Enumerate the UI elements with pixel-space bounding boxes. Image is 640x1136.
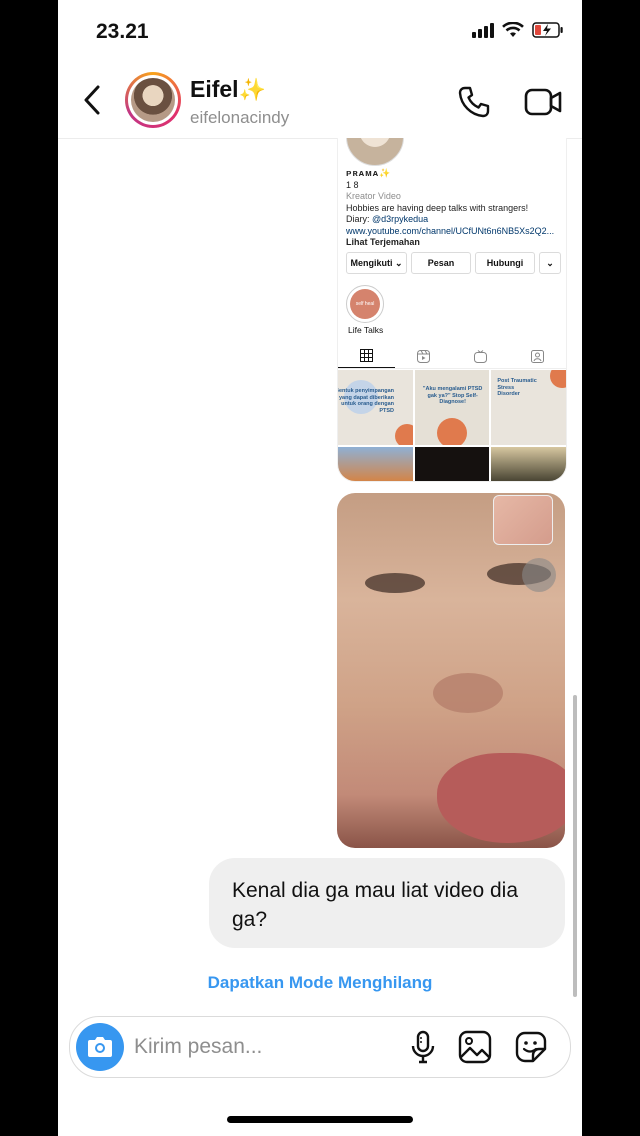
tagged-icon <box>531 349 544 363</box>
diary-handle-link[interactable]: @d3rpykedua <box>372 214 428 224</box>
avatar-photo <box>131 78 175 122</box>
camera-icon <box>88 1037 112 1057</box>
tab-grid[interactable] <box>338 344 395 368</box>
message-text: Kenal dia ga mau liat video dia ga? <box>232 879 519 931</box>
contact-button[interactable]: Hubungi <box>475 252 535 274</box>
brand-sparkle: ✨ <box>379 168 391 178</box>
shared-profile-card[interactable]: ᴘʀᴀᴍᴀ✨ 1 8 Kreator Video Hobbies are hav… <box>337 138 567 482</box>
gallery-icon[interactable] <box>457 1029 493 1065</box>
phone-icon[interactable] <box>456 84 492 120</box>
microphone-icon[interactable] <box>405 1029 441 1065</box>
contact-name[interactable]: Eifel✨ <box>190 76 266 103</box>
contact-name-text: Eifel <box>190 76 239 102</box>
post-thumbnail[interactable] <box>491 447 566 481</box>
profile-link[interactable]: www.youtube.com/channel/UCfUNt6n6NB5Xs2Q… <box>346 226 562 238</box>
following-button[interactable]: Mengikuti ⌄ <box>346 252 407 274</box>
status-bar: 23.21 <box>58 0 582 64</box>
post-caption: "Aku mengalami PTSD gak ya?" Stop Self-D… <box>422 386 483 405</box>
vanish-mode-link[interactable]: Dapatkan Mode Menghilang <box>58 973 582 993</box>
scrollbar[interactable] <box>573 695 577 997</box>
profile-brand: ᴘʀᴀᴍᴀ <box>346 168 380 178</box>
diary-prefix: Diary: <box>346 214 373 224</box>
tab-igtv[interactable] <box>452 344 509 368</box>
photo-message[interactable] <box>337 493 565 848</box>
translate-link[interactable]: Lihat Terjemahan <box>346 237 562 249</box>
grid-icon <box>360 349 373 362</box>
message-input[interactable] <box>134 1027 384 1067</box>
message-composer <box>69 1016 571 1078</box>
chat-header: Eifel✨ eifelonacindy <box>58 64 582 139</box>
status-time: 23.21 <box>96 20 149 43</box>
profile-counts: 1 8 <box>346 179 359 190</box>
tab-tagged[interactable] <box>509 344 566 368</box>
profile-avatar <box>346 138 404 166</box>
highlight-life-talks[interactable]: self heal <box>346 285 384 323</box>
back-chevron-icon[interactable] <box>78 82 108 118</box>
home-indicator[interactable] <box>227 1116 413 1123</box>
profile-post-grid: Bentuk penyimpangan yang dapat diberikan… <box>338 370 566 481</box>
more-dropdown-button[interactable]: ⌄ <box>539 252 561 274</box>
profile-tabs <box>338 344 566 369</box>
message-button[interactable]: Pesan <box>411 252 471 274</box>
signal-icon <box>472 22 494 38</box>
wifi-icon <box>502 22 524 37</box>
tab-reels[interactable] <box>395 344 452 368</box>
post-thumbnail[interactable]: Bentuk penyimpangan yang dapat diberikan… <box>338 370 413 445</box>
post-thumbnail[interactable]: "Aku mengalami PTSD gak ya?" Stop Self-D… <box>414 370 490 445</box>
sticker-icon[interactable] <box>513 1029 549 1065</box>
contact-username[interactable]: eifelonacindy <box>190 108 289 128</box>
post-thumbnail[interactable] <box>414 447 490 481</box>
highlight-badge: self heal <box>350 289 380 319</box>
dm-screen: 23.21 Eifel✨ eifelonacindy ᴘʀᴀᴍᴀ✨ 1 8 Kr… <box>58 0 582 1136</box>
video-pip <box>493 495 553 545</box>
post-caption: Bentuk penyimpangan yang dapat diberikan… <box>338 388 394 414</box>
profile-category: Kreator Video <box>346 191 401 201</box>
battery-charging-icon <box>532 22 563 38</box>
profile-bio: ᴘʀᴀᴍᴀ✨ 1 8 Kreator Video Hobbies are hav… <box>346 168 562 249</box>
reels-icon <box>417 349 430 363</box>
highlight-label: Life Talks <box>348 325 384 335</box>
post-thumbnail[interactable] <box>338 447 413 481</box>
igtv-icon <box>474 349 487 363</box>
profile-bio-line: Hobbies are having deep talks with stran… <box>346 202 529 213</box>
profile-actions: Mengikuti ⌄ Pesan Hubungi ⌄ <box>346 252 561 274</box>
avatar[interactable] <box>125 72 181 128</box>
message-bubble[interactable]: Kenal dia ga mau liat video dia ga? <box>209 858 565 948</box>
sparkle-emoji: ✨ <box>238 77 266 102</box>
post-caption: Post Traumatic Stress Disorder <box>497 378 537 397</box>
status-icons <box>472 22 564 38</box>
post-thumbnail[interactable]: Post Traumatic Stress Disorder <box>491 370 566 445</box>
video-camera-icon[interactable] <box>524 86 562 118</box>
camera-button[interactable] <box>76 1023 124 1071</box>
